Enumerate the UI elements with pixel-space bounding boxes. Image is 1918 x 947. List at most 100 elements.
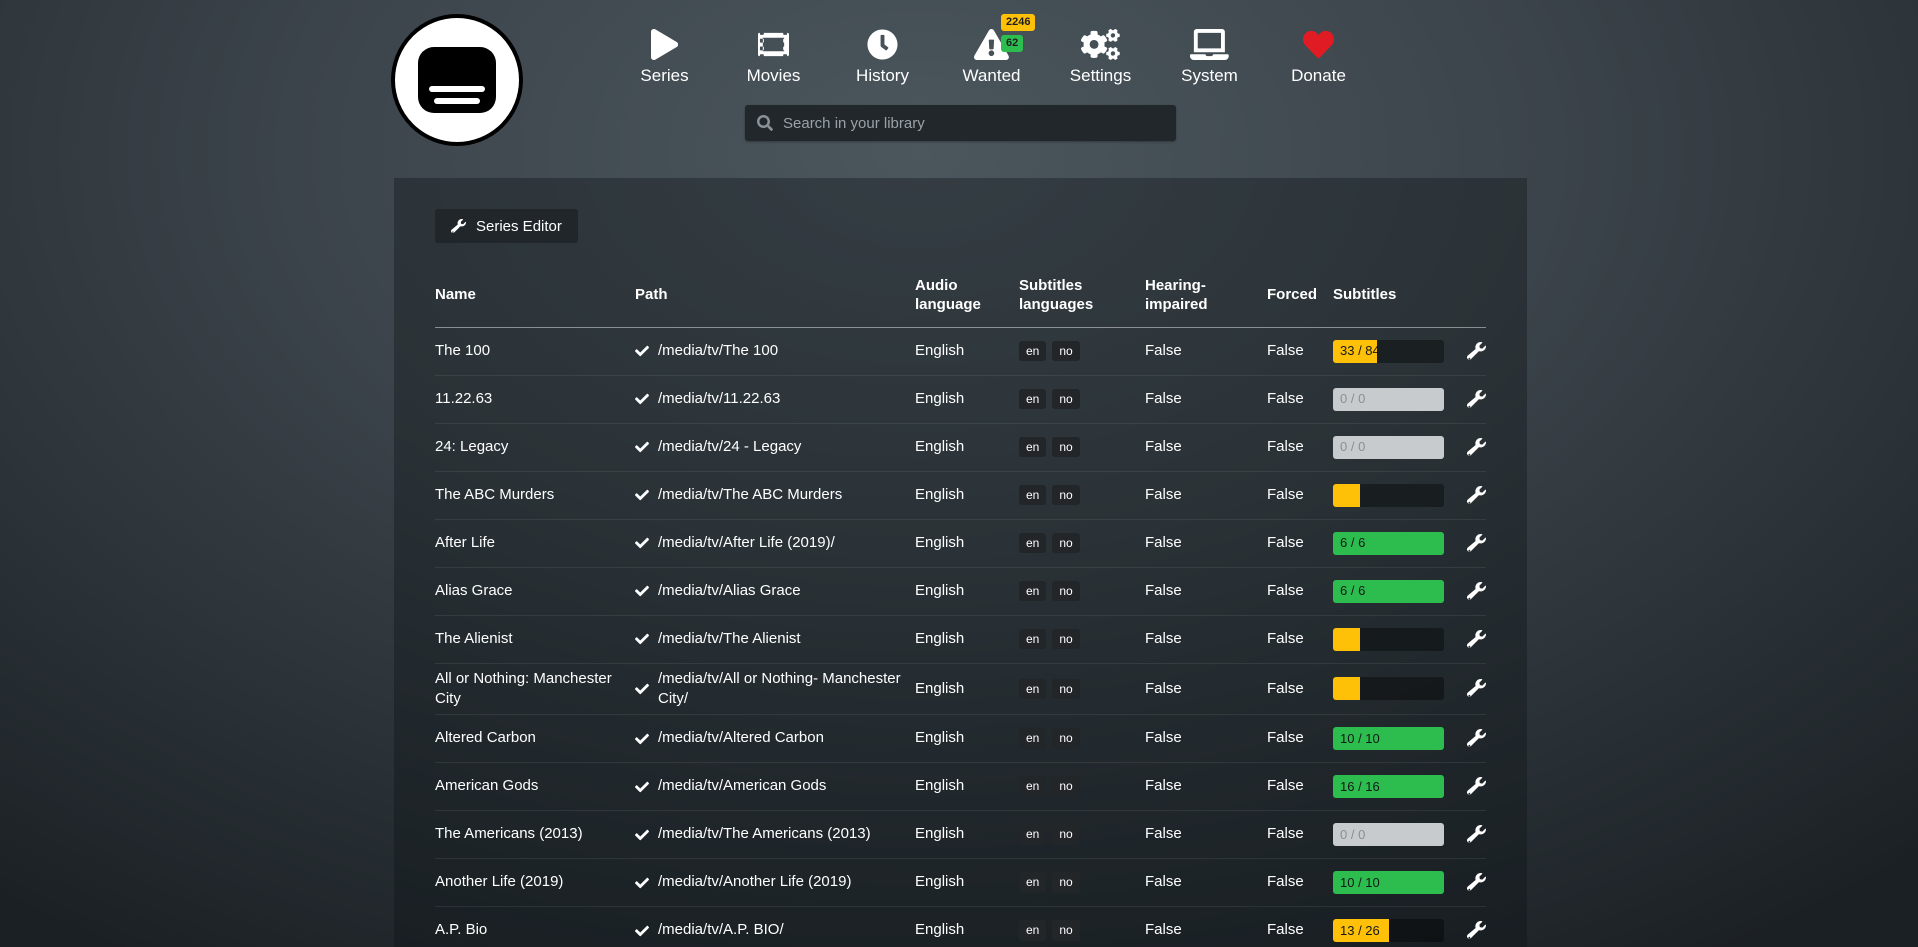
progress-fill: [1333, 628, 1360, 651]
series-path: /media/tv/After Life (2019)/: [658, 533, 835, 553]
series-name[interactable]: The ABC Murders: [435, 485, 635, 505]
nav-item-settings[interactable]: Settings: [1046, 20, 1155, 86]
check-icon: [635, 924, 649, 938]
check-icon: [635, 392, 649, 406]
audio-language: English: [915, 629, 1019, 649]
language-badge: no: [1052, 437, 1079, 457]
table-row: All or Nothing: Manchester City /media/t…: [435, 664, 1486, 716]
check-icon: [635, 536, 649, 550]
subtitles-cell: 6 / 6: [1333, 532, 1467, 555]
subtitle-languages: enno: [1019, 629, 1145, 649]
progress-text: 6 / 6: [1340, 534, 1365, 552]
wrench-icon[interactable]: [1467, 342, 1486, 361]
wrench-icon[interactable]: [1467, 777, 1486, 796]
series-name[interactable]: Altered Carbon: [435, 728, 635, 748]
subtitles-progress-bar: 13 / 26: [1333, 919, 1444, 942]
subtitles-cell: 10 / 10: [1333, 871, 1467, 894]
series-path: /media/tv/All or Nothing- Manchester Cit…: [658, 669, 901, 710]
language-badge: no: [1052, 485, 1079, 505]
series-name[interactable]: The 100: [435, 341, 635, 361]
film-icon: [758, 20, 789, 60]
series-path-cell: /media/tv/Altered Carbon: [635, 728, 915, 748]
wrench-icon[interactable]: [1467, 438, 1486, 457]
series-name[interactable]: A.P. Bio: [435, 920, 635, 940]
language-badge: en: [1019, 824, 1046, 844]
hearing-impaired: False: [1145, 629, 1267, 649]
nav-item-system[interactable]: System: [1155, 20, 1264, 86]
subtitles-progress-bar: 10 / 10: [1333, 727, 1444, 750]
wrench-icon[interactable]: [1467, 921, 1486, 940]
nav-item-movies[interactable]: Movies: [719, 20, 828, 86]
table-row: American Gods /media/tv/American Gods En…: [435, 763, 1486, 811]
series-path-cell: /media/tv/Another Life (2019): [635, 872, 915, 892]
nav-label: Donate: [1291, 66, 1346, 86]
audio-language: English: [915, 581, 1019, 601]
wrench-icon[interactable]: [1467, 534, 1486, 553]
wrench-icon[interactable]: [1467, 873, 1486, 892]
clock-icon: [867, 20, 898, 60]
forced: False: [1267, 776, 1333, 796]
hearing-impaired: False: [1145, 437, 1267, 457]
language-badge: en: [1019, 629, 1046, 649]
series-path: /media/tv/The Alienist: [658, 629, 801, 649]
check-icon: [635, 682, 649, 696]
series-name[interactable]: American Gods: [435, 776, 635, 796]
wrench-icon[interactable]: [1467, 582, 1486, 601]
subtitle-languages: enno: [1019, 776, 1145, 796]
series-name[interactable]: After Life: [435, 533, 635, 553]
subtitle-languages: enno: [1019, 920, 1145, 940]
check-icon: [635, 828, 649, 842]
audio-language: English: [915, 776, 1019, 796]
wrench-icon[interactable]: [1467, 825, 1486, 844]
series-name[interactable]: 24: Legacy: [435, 437, 635, 457]
wrench-icon[interactable]: [1467, 630, 1486, 649]
series-name[interactable]: The Americans (2013): [435, 824, 635, 844]
series-path: /media/tv/Alias Grace: [658, 581, 801, 601]
series-editor-button[interactable]: Series Editor: [435, 209, 578, 243]
forced: False: [1267, 679, 1333, 699]
series-name[interactable]: Alias Grace: [435, 581, 635, 601]
series-path: /media/tv/A.P. BIO/: [658, 920, 784, 940]
series-name[interactable]: All or Nothing: Manchester City: [435, 669, 635, 710]
app-logo[interactable]: [391, 14, 523, 146]
series-name[interactable]: Another Life (2019): [435, 872, 635, 892]
hearing-impaired: False: [1145, 824, 1267, 844]
nav-item-donate[interactable]: Donate: [1264, 20, 1373, 86]
library-search[interactable]: [745, 105, 1176, 141]
subtitle-languages: enno: [1019, 581, 1145, 601]
nav-label: History: [856, 66, 909, 86]
nav-item-series[interactable]: Series: [610, 20, 719, 86]
wrench-icon[interactable]: [1467, 390, 1486, 409]
nav-label: Series: [640, 66, 688, 86]
check-icon: [635, 876, 649, 890]
language-badge: en: [1019, 679, 1046, 699]
hearing-impaired: False: [1145, 533, 1267, 553]
subtitles-cell: 0 / 0: [1333, 823, 1467, 846]
subtitle-languages: enno: [1019, 824, 1145, 844]
main-nav: Series Movies History Wanted 2246 62: [610, 20, 1373, 86]
table-row: 24: Legacy /media/tv/24 - Legacy English…: [435, 424, 1486, 472]
search-input[interactable]: [783, 115, 1164, 132]
series-name[interactable]: The Alienist: [435, 629, 635, 649]
forced: False: [1267, 533, 1333, 553]
subtitles-progress-bar: 16 / 16: [1333, 775, 1444, 798]
audio-language: English: [915, 533, 1019, 553]
series-editor-label: Series Editor: [476, 218, 562, 235]
wrench-icon[interactable]: [1467, 679, 1486, 698]
wanted-series-count-badge: 2246: [1001, 14, 1035, 31]
series-name[interactable]: 11.22.63: [435, 389, 635, 409]
subtitles-cell: 6 / 6: [1333, 580, 1467, 603]
series-path-cell: /media/tv/The 100: [635, 341, 915, 361]
subtitles-cell: [1333, 628, 1467, 651]
wrench-icon[interactable]: [1467, 729, 1486, 748]
progress-text: 16 / 16: [1340, 778, 1380, 796]
subtitles-progress-bar: [1333, 484, 1444, 507]
check-icon: [635, 632, 649, 646]
subtitles-cell: [1333, 677, 1467, 700]
subtitles-cell: [1333, 484, 1467, 507]
nav-item-wanted[interactable]: Wanted 2246 62: [937, 20, 1046, 86]
wrench-icon[interactable]: [1467, 486, 1486, 505]
nav-item-history[interactable]: History: [828, 20, 937, 86]
series-path-cell: /media/tv/American Gods: [635, 776, 915, 796]
hearing-impaired: False: [1145, 776, 1267, 796]
